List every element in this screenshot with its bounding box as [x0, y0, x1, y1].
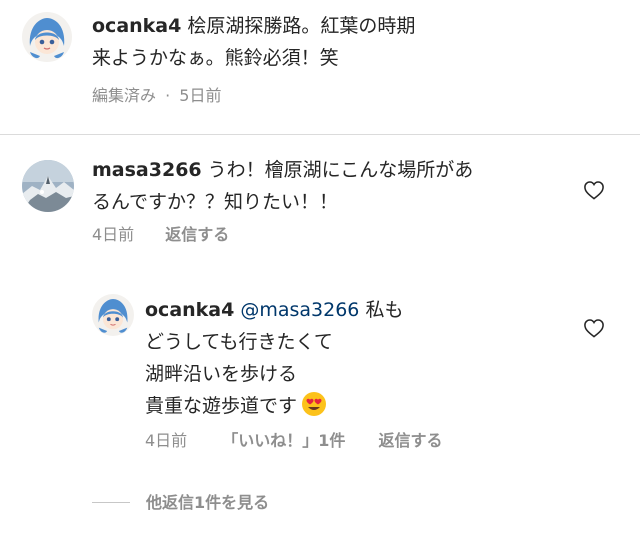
- comment-body: masa3266 うわ！檜原湖にこんな場所があ るんですか？？知りたい！！: [92, 154, 562, 218]
- reply-meta: 4日前 「いいね！」1件 返信する: [145, 431, 443, 451]
- more-replies-line: [92, 502, 130, 503]
- avatar-ocanka4[interactable]: [22, 12, 72, 62]
- meta-separator: ·: [165, 86, 171, 105]
- like-heart-icon[interactable]: [583, 318, 605, 338]
- reply-text-line: 私も: [365, 299, 404, 321]
- comment-username[interactable]: masa3266: [92, 159, 202, 181]
- avatar-masa3266[interactable]: [22, 160, 74, 212]
- avatar-image: [22, 12, 72, 62]
- comment-time[interactable]: 5日前: [179, 86, 221, 106]
- comment-meta: 編集済み · 5日前: [92, 86, 221, 106]
- comment-time[interactable]: 4日前: [92, 225, 134, 245]
- avatar-ocanka4[interactable]: [92, 294, 134, 336]
- avatar-image: [22, 160, 74, 212]
- comment-body: ocanka4 桧原湖探勝路。紅葉の時期 来ようかなぁ。熊鈴必須！笑: [92, 10, 612, 74]
- edited-label: 編集済み: [92, 86, 157, 105]
- reply-text-line: 湖畔沿いを歩ける: [145, 363, 298, 385]
- heart-eyes-emoji-icon: [302, 392, 327, 416]
- comment-divider: [0, 134, 640, 135]
- reply-text-line: 貴重な遊歩道です: [145, 395, 298, 417]
- comment-text-line: るんですか？？知りたい！！: [92, 191, 339, 213]
- comment-text-line: 桧原湖探勝路。紅葉の時期: [187, 15, 416, 37]
- reply-button[interactable]: 返信する: [379, 431, 443, 451]
- reply-body: ocanka4 @masa3266 私も どうしても行きたくて 湖畔沿いを歩ける …: [145, 294, 565, 422]
- reply-button[interactable]: 返信する: [165, 225, 229, 245]
- mention-link[interactable]: @masa3266: [240, 299, 359, 321]
- avatar-image: [92, 294, 134, 336]
- comment-text-line: 来ようかなぁ。熊鈴必須！笑: [92, 47, 339, 69]
- like-heart-icon[interactable]: [583, 180, 605, 200]
- view-more-replies-button[interactable]: 他返信1件を見る: [146, 493, 269, 513]
- reply-username[interactable]: ocanka4: [145, 299, 234, 321]
- reply-text-line: どうしても行きたくて: [145, 331, 333, 353]
- reply-time[interactable]: 4日前: [145, 431, 187, 451]
- likes-count-button[interactable]: 「いいね！」1件: [222, 431, 345, 451]
- comment-meta: 4日前 返信する: [92, 225, 229, 245]
- comment-username[interactable]: ocanka4: [92, 15, 181, 37]
- comment-text-line: うわ！檜原湖にこんな場所があ: [207, 159, 474, 181]
